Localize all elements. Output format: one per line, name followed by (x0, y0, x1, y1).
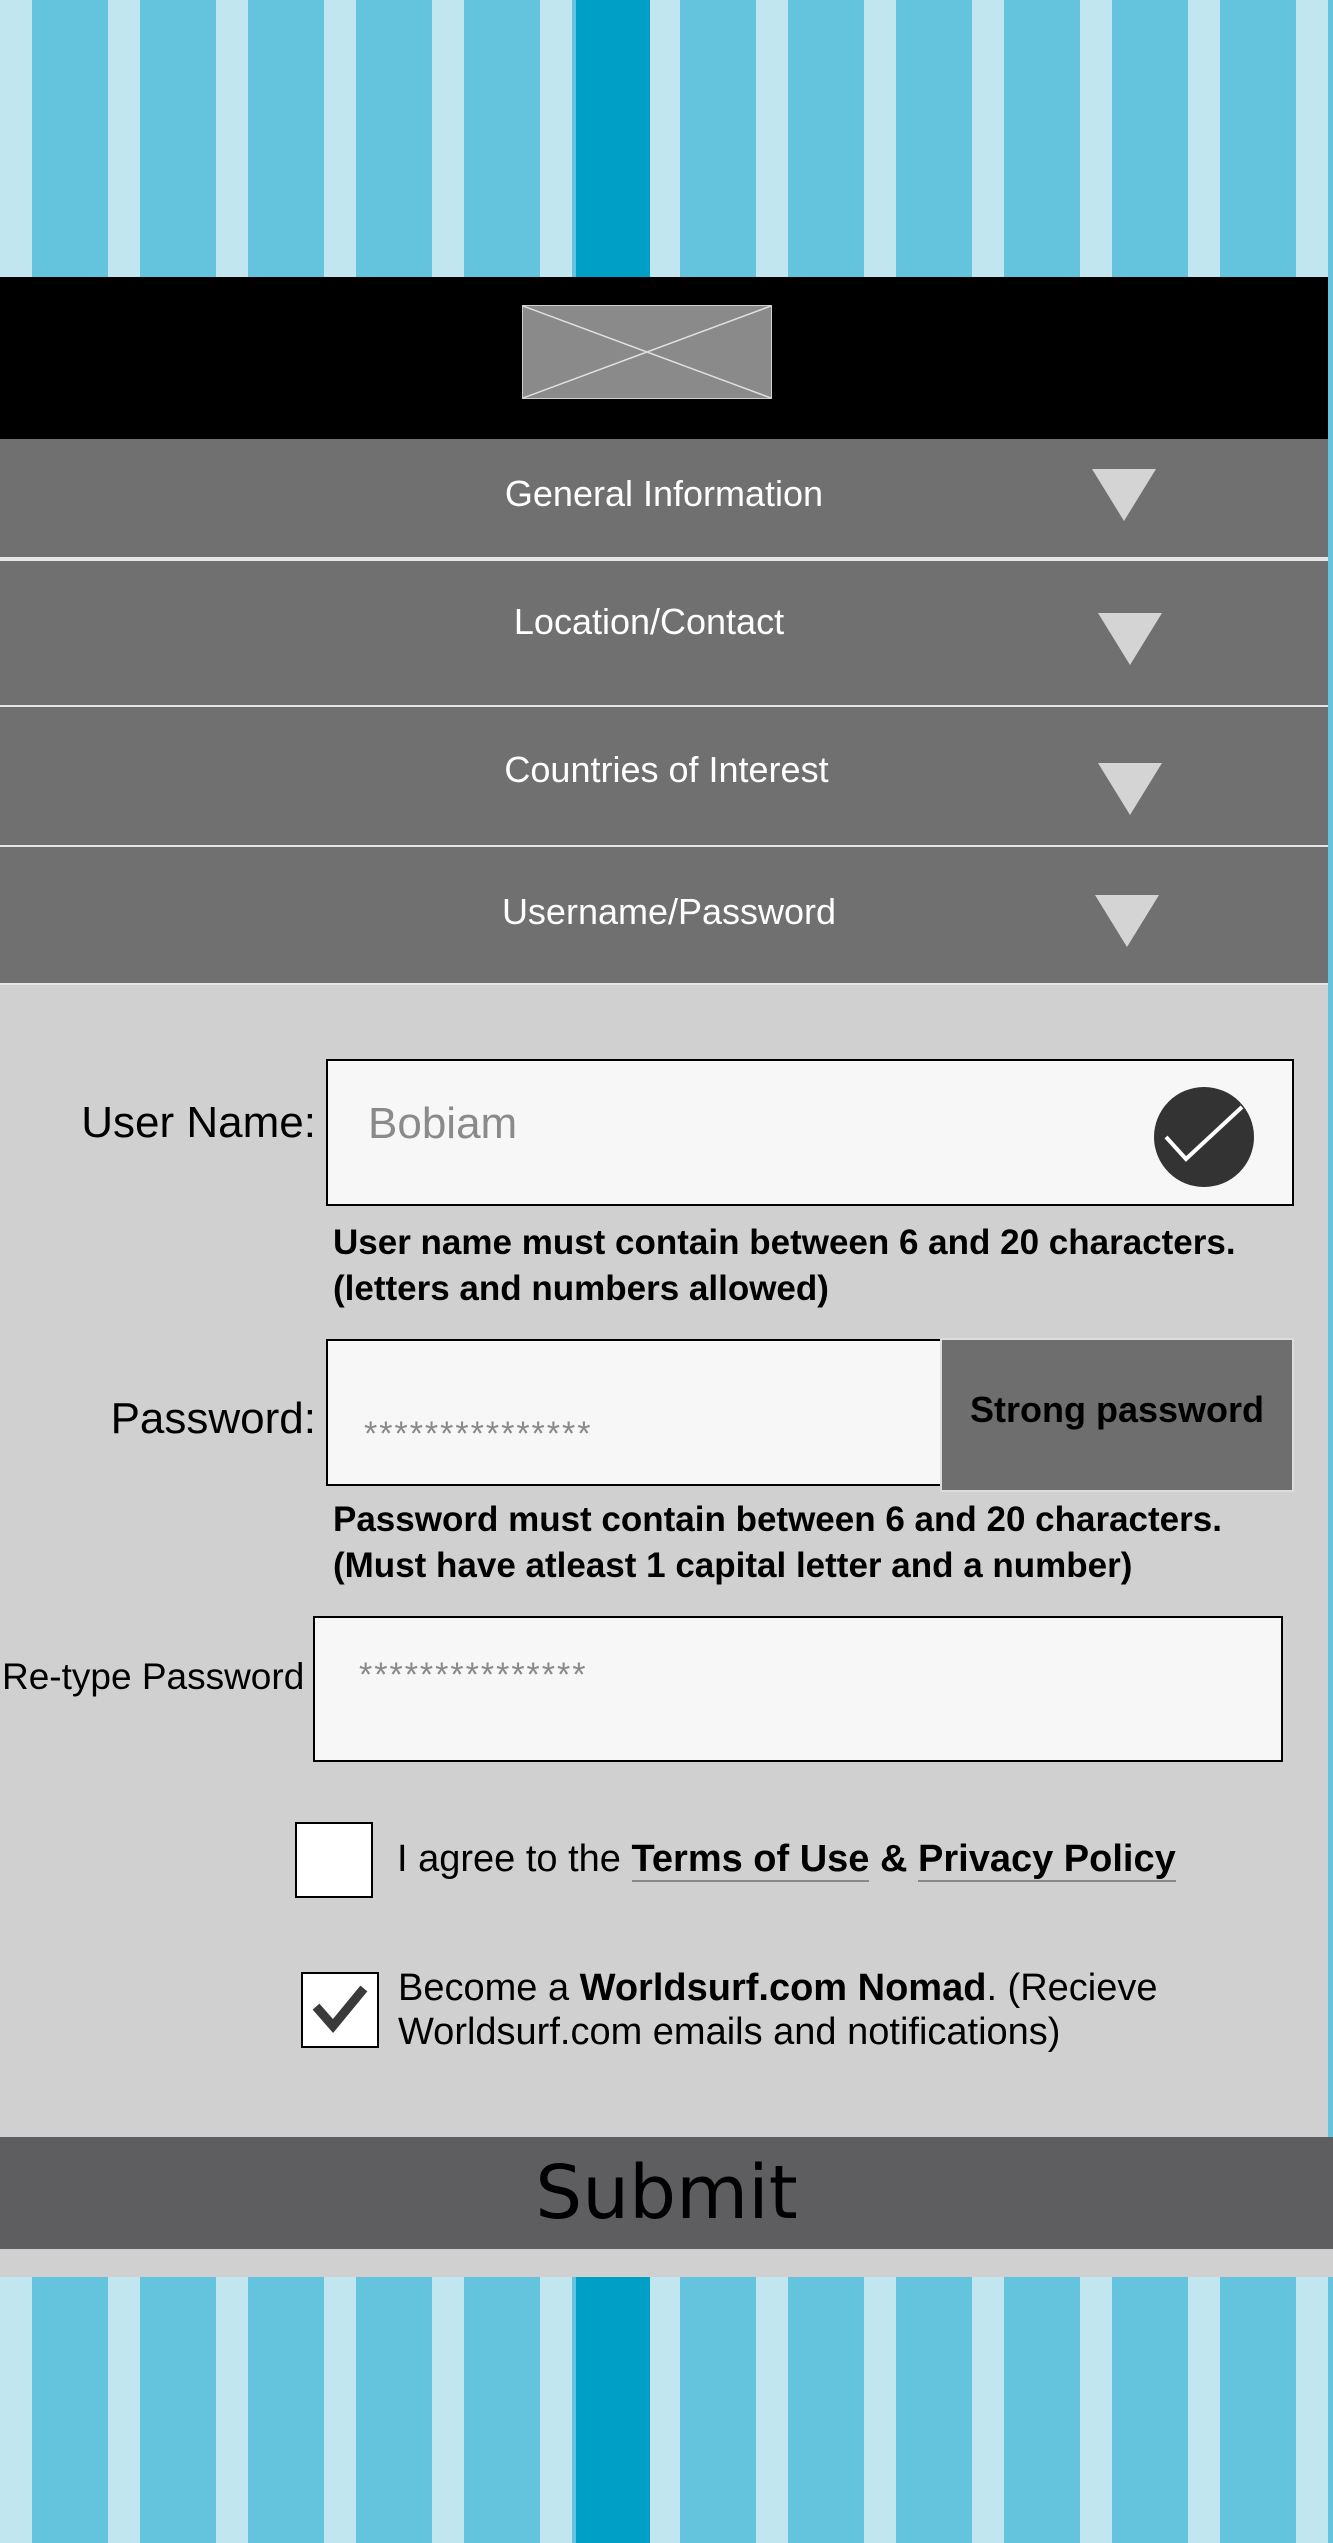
triangle-down-icon[interactable] (1098, 763, 1162, 815)
agree-prefix: I agree to the (397, 1838, 632, 1880)
right-edge-border (1328, 277, 1333, 2137)
banner-center-stripe (576, 0, 650, 277)
retype-password-value: *************** (359, 1656, 588, 1694)
accordion-location-contact[interactable]: Location/Contact (0, 559, 1328, 707)
triangle-down-icon[interactable] (1095, 895, 1159, 947)
retype-password-label: Re-type Password (2, 1656, 305, 1697)
privacy-policy-link[interactable]: Privacy Policy (918, 1838, 1176, 1882)
username-help-text: User name must contain between 6 and 20 … (333, 1220, 1236, 1312)
password-label: Password: (110, 1394, 316, 1443)
triangle-down-icon[interactable] (1098, 613, 1162, 665)
retype-password-input[interactable]: *************** (313, 1616, 1283, 1762)
agree-ampersand: & (869, 1838, 918, 1880)
accordion-username-password[interactable]: Username/Password (0, 847, 1328, 985)
agree-terms-text: I agree to the Terms of Use & Privacy Po… (397, 1838, 1176, 1882)
logo-placeholder-icon (522, 305, 772, 399)
password-help-text: Password must contain between 6 and 20 c… (333, 1497, 1222, 1589)
accordion-general-information[interactable]: General Information (0, 439, 1328, 559)
bottom-banner-stripes (0, 2277, 1333, 2543)
terms-of-use-link[interactable]: Terms of Use (631, 1838, 870, 1882)
username-help-line2: (letters and numbers allowed) (333, 1269, 829, 1308)
checkmark-circle-icon (1154, 1087, 1254, 1187)
accordion-countries-of-interest[interactable]: Countries of Interest (0, 707, 1328, 847)
password-help-line2: (Must have atleast 1 capital letter and … (333, 1546, 1133, 1585)
username-value: Bobiam (368, 1099, 518, 1148)
triangle-down-icon[interactable] (1092, 469, 1156, 521)
nomad-brand: Worldsurf.com Nomad (579, 1967, 987, 2009)
banner-center-stripe (576, 2277, 650, 2543)
username-label: User Name: (81, 1098, 316, 1147)
nomad-signup-checkbox[interactable] (301, 1972, 379, 2048)
agree-terms-checkbox[interactable] (295, 1822, 373, 1898)
submit-button[interactable]: Submit (0, 2137, 1333, 2249)
nomad-signup-text: Become a Worldsurf.com Nomad. (Recieve W… (398, 1966, 1278, 2054)
top-banner-stripes (0, 0, 1333, 277)
password-value: *************** (364, 1415, 593, 1453)
password-help-line1: Password must contain between 6 and 20 c… (333, 1500, 1222, 1539)
nomad-prefix: Become a (398, 1967, 580, 2009)
username-input[interactable]: Bobiam (326, 1059, 1294, 1206)
password-strength-badge: Strong password (940, 1338, 1294, 1492)
username-help-line1: User name must contain between 6 and 20 … (333, 1223, 1236, 1262)
checkmark-icon (312, 1985, 368, 2033)
